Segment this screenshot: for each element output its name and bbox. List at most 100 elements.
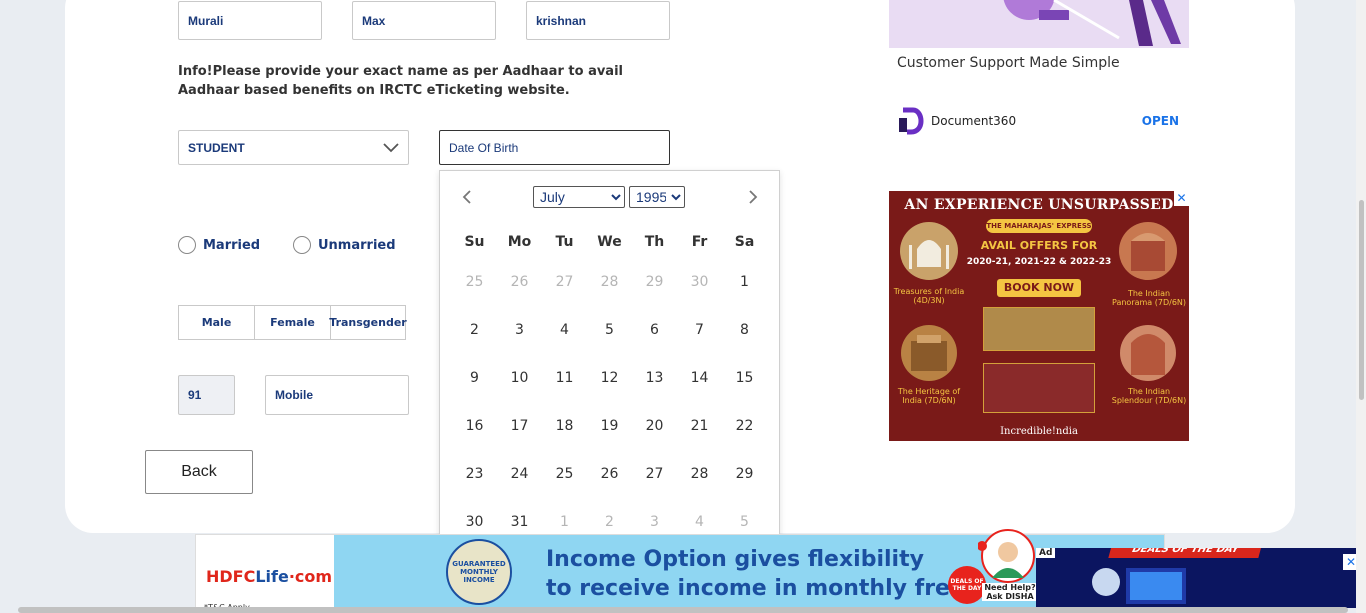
- calendar-day[interactable]: 2: [452, 315, 497, 345]
- calendar-day[interactable]: 28: [677, 459, 722, 489]
- marital-married-radio[interactable]: Married: [178, 236, 260, 254]
- hdfc-line2: to receive income in monthly frequ: [546, 576, 982, 601]
- calendar-day: 4: [695, 514, 704, 530]
- book-now-button[interactable]: BOOK NOW: [997, 279, 1081, 297]
- horizontal-scrollbar[interactable]: [18, 607, 1348, 613]
- calendar-day[interactable]: 16: [452, 411, 497, 441]
- calendar-day[interactable]: 6: [632, 315, 677, 345]
- gender-female-button[interactable]: Female: [254, 305, 331, 340]
- first-name-field[interactable]: Murali: [178, 1, 322, 40]
- month-select[interactable]: July: [533, 186, 625, 208]
- calendar-day[interactable]: 12: [587, 363, 632, 393]
- year-select[interactable]: 1995: [629, 186, 685, 208]
- calendar-day[interactable]: 25: [542, 459, 587, 489]
- calendar-day: 3: [650, 514, 659, 530]
- calendar-day[interactable]: 15: [722, 363, 767, 393]
- calendar-day[interactable]: 8: [722, 315, 767, 345]
- calendar-day[interactable]: 22: [722, 411, 767, 441]
- robot-laptop-image: [1092, 568, 1186, 604]
- date-of-birth-field[interactable]: Date Of Birth: [439, 130, 670, 165]
- calendar-day: 28: [600, 274, 619, 290]
- calendar-day[interactable]: 11: [542, 363, 587, 393]
- first-name-value: Murali: [188, 13, 224, 28]
- calendar-day[interactable]: 13: [632, 363, 677, 393]
- ad-offer: AVAIL OFFERS FOR: [980, 239, 1098, 252]
- calendar-day[interactable]: 19: [587, 411, 632, 441]
- calendar-day: 25: [465, 274, 484, 290]
- datepicker-popup: July 1995 Su Mo Tu We Th Fr Sa 25 26 27 28 29 30 1 2 3 4…: [439, 170, 780, 559]
- hdfc-logo-a: HDFC: [206, 567, 256, 586]
- ad-headline: AN EXPERIENCE UNSURPASSED: [904, 197, 1174, 213]
- taj-mahal-image: [900, 222, 958, 280]
- last-name-value: krishnan: [536, 13, 587, 28]
- calendar-day: 30: [690, 274, 709, 290]
- scrollbar-thumb[interactable]: [1359, 200, 1364, 400]
- occupation-select[interactable]: STUDENT: [178, 130, 409, 165]
- calendar-day[interactable]: 18: [542, 411, 587, 441]
- fort-image: [901, 325, 957, 381]
- dob-placeholder: Date Of Birth: [449, 140, 519, 155]
- radio-circle-icon: [293, 236, 311, 254]
- ad-caption-2: The Indian Panorama (7D/6N): [1111, 289, 1187, 307]
- ad-train-photo: [983, 363, 1095, 413]
- hdfc-logo: HDFCLife·com: [206, 567, 332, 586]
- hdfc-line1: Income Option gives flexibility: [546, 547, 924, 572]
- weekday-header: Th: [644, 234, 665, 250]
- ad-title: Customer Support Made Simple: [897, 55, 1120, 71]
- back-label: Back: [181, 463, 217, 480]
- back-button[interactable]: Back: [145, 450, 253, 494]
- calendar-day[interactable]: 30: [452, 507, 497, 537]
- ad-open-button[interactable]: OPEN: [1142, 114, 1179, 128]
- marital-unmarried-radio[interactable]: Unmarried: [293, 236, 396, 254]
- last-name-field[interactable]: krishnan: [526, 1, 670, 40]
- weekday-header: Mo: [507, 234, 532, 250]
- male-label: Male: [201, 316, 232, 329]
- ad-caption-1: Treasures of India (4D/3N): [893, 287, 965, 305]
- calendar-day[interactable]: 20: [632, 411, 677, 441]
- document360-logo-icon: [899, 107, 924, 135]
- need-help-label[interactable]: Need Help? Ask DISHA: [982, 583, 1038, 601]
- calendar-day[interactable]: 31: [497, 507, 542, 537]
- gender-male-button[interactable]: Male: [178, 305, 255, 340]
- ad-ribbon: THE MAHARAJAS' EXPRESS: [986, 219, 1092, 233]
- calendar-day[interactable]: 10: [497, 363, 542, 393]
- guaranteed-seal: GUARANTEED MONTHLY INCOME: [446, 539, 512, 605]
- chevron-left-icon[interactable]: [460, 189, 474, 205]
- document360-ad[interactable]: Customer Support Made Simple Document360…: [889, 0, 1189, 140]
- transgender-label: Transgender: [329, 316, 407, 329]
- mobile-field[interactable]: Mobile: [265, 375, 409, 415]
- gender-transgender-button[interactable]: Transgender: [329, 305, 407, 340]
- calendar-day[interactable]: 23: [452, 459, 497, 489]
- mobile-placeholder: Mobile: [275, 388, 313, 402]
- ad-close-icon[interactable]: ✕: [1174, 191, 1189, 206]
- middle-name-field[interactable]: Max: [352, 1, 496, 40]
- deals-of-the-day-ad[interactable]: Ad DEALS OF THE DAY ✕: [1036, 548, 1359, 608]
- calendar-day[interactable]: 24: [497, 459, 542, 489]
- maharajas-express-ad[interactable]: AN EXPERIENCE UNSURPASSED THE MAHARAJAS'…: [889, 191, 1189, 441]
- calendar-day[interactable]: 21: [677, 411, 722, 441]
- calendar-day[interactable]: 26: [587, 459, 632, 489]
- ad-label: Ad: [1036, 548, 1056, 558]
- calendar-day[interactable]: 5: [587, 315, 632, 345]
- calendar-day[interactable]: 4: [542, 315, 587, 345]
- radio-circle-icon: [178, 236, 196, 254]
- calendar-day[interactable]: 3: [497, 315, 542, 345]
- country-code-value: 91: [188, 388, 202, 402]
- calendar-day[interactable]: 7: [677, 315, 722, 345]
- calendar-day[interactable]: 29: [722, 459, 767, 489]
- calendar-day[interactable]: 27: [632, 459, 677, 489]
- calendar-day: 29: [645, 274, 664, 290]
- calendar-day: 5: [740, 514, 749, 530]
- calendar-day[interactable]: 9: [452, 363, 497, 393]
- calendar-day[interactable]: 14: [677, 363, 722, 393]
- hawa-mahal-image: [1120, 325, 1176, 381]
- hdfc-tagline: Income Option gives flexibility to recei…: [546, 545, 981, 603]
- calendar-day[interactable]: 17: [497, 411, 542, 441]
- unmarried-label: Unmarried: [318, 237, 396, 253]
- calendar-day[interactable]: 1: [722, 267, 767, 297]
- ad-banner-image: [889, 0, 1189, 48]
- ad-footer: Incredible!ndia: [1000, 426, 1078, 437]
- chevron-right-icon[interactable]: [746, 189, 760, 205]
- ad-caption-3: The Heritage of India (7D/6N): [897, 387, 961, 405]
- middle-name-value: Max: [362, 13, 386, 28]
